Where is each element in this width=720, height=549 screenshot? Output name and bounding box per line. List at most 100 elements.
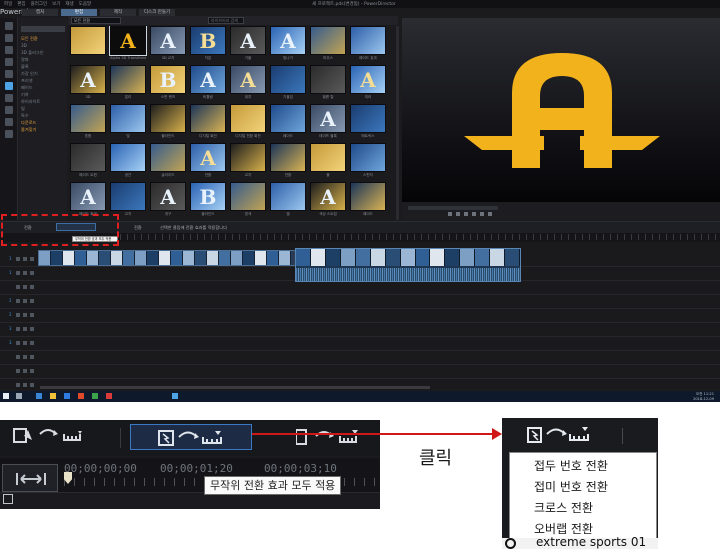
track-type-icon[interactable]: [16, 313, 20, 317]
transition-thumbnail[interactable]: A 페이드 회색: [70, 182, 106, 218]
track-header[interactable]: [0, 379, 38, 391]
dropdown-button-header[interactable]: [502, 418, 658, 452]
transition-thumbnail[interactable]: 페이드 트윈: [70, 143, 106, 179]
transition-thumbnail[interactable]: 스펀지: [350, 143, 386, 179]
track-header[interactable]: 1: [0, 267, 38, 279]
menu-item-cross-transition[interactable]: 크로스 전환: [534, 499, 593, 516]
transition-thumbnail[interactable]: 교차: [110, 182, 146, 218]
app-icon-1[interactable]: [78, 393, 84, 399]
transition-thumbnail[interactable]: 슬라이드: [150, 143, 186, 179]
transition-thumbnail[interactable]: 교차: [230, 143, 266, 179]
transition-thumbnail[interactable]: A 3D 교차: [150, 26, 186, 62]
transition-thumbnail[interactable]: 분리: [110, 65, 146, 101]
track-header[interactable]: 1: [0, 253, 38, 265]
tab-create-disc[interactable]: 디스크 만들기: [139, 9, 175, 16]
preview-seekbar[interactable]: [408, 206, 498, 210]
menu-item-prefix-transition[interactable]: 접두 번호 전환: [534, 457, 608, 474]
menu-plugins[interactable]: 플러그인: [31, 1, 48, 7]
tree-item[interactable]: 3D 플러그인: [21, 49, 65, 56]
transition-thumbnail[interactable]: B 블라인드: [190, 182, 226, 218]
tab-edit[interactable]: 편집: [61, 9, 97, 16]
transition-thumbnail[interactable]: 페이드: [350, 182, 386, 218]
track-visible-icon[interactable]: [23, 299, 27, 303]
menu-file[interactable]: 파일: [4, 1, 12, 7]
transition-thumbnail[interactable]: A 테이프 블록: [310, 104, 346, 140]
windows-start-icon[interactable]: [3, 393, 9, 399]
media-room-icon[interactable]: [5, 22, 13, 30]
track-header[interactable]: 3: [0, 323, 38, 335]
track-header[interactable]: [0, 351, 38, 363]
pip-room-icon[interactable]: [5, 46, 13, 54]
subtitle-room-icon[interactable]: [5, 130, 13, 138]
transition-thumbnail[interactable]: A Alpha 3D Transitions: [109, 26, 147, 62]
tree-item[interactable]: 모든 전환: [21, 35, 65, 42]
transition-thumbnail[interactable]: [70, 26, 106, 62]
track-visible-icon[interactable]: [23, 327, 27, 331]
edge-icon[interactable]: [36, 393, 42, 399]
transition-thumbnail[interactable]: 디지털 전환 회전: [230, 104, 266, 140]
track-visible-icon[interactable]: [23, 341, 27, 345]
track-lock-icon[interactable]: [30, 341, 34, 345]
particle-room-icon[interactable]: [5, 58, 13, 66]
track-visible-icon[interactable]: [23, 383, 27, 387]
menu-help[interactable]: 도움말: [79, 1, 91, 7]
transition-thumbnail[interactable]: 빛: [110, 104, 146, 140]
transition-thumbnail[interactable]: A 기울: [230, 26, 266, 62]
transition-thumbnail[interactable]: 전환: [270, 143, 306, 179]
transition-thumbnail[interactable]: 매트릭스: [350, 104, 386, 140]
menu-play[interactable]: 재생: [65, 1, 73, 7]
transition-thumbnail[interactable]: B 스핀 렌즈: [150, 65, 186, 101]
transition-thumbnail[interactable]: 블라인드: [150, 104, 186, 140]
search-icon[interactable]: [16, 393, 22, 399]
track-header[interactable]: [0, 365, 38, 377]
transition-thumbnail[interactable]: 디지털 회전: [190, 104, 226, 140]
timeline-scrollbar[interactable]: [40, 386, 430, 389]
track-visible-icon[interactable]: [23, 285, 27, 289]
tree-item[interactable]: 페이드: [21, 84, 65, 91]
menu-item-postfix-transition[interactable]: 접미 번호 전환: [534, 478, 608, 495]
tree-item[interactable]: 알파: [21, 56, 65, 63]
transition-thumbnail[interactable]: A 비틀림: [190, 65, 226, 101]
transition-thumbnail[interactable]: 혼합: [70, 104, 106, 140]
title-room-icon[interactable]: [5, 70, 13, 78]
prev-frame-icon[interactable]: [464, 212, 468, 216]
track-type-icon[interactable]: [16, 341, 20, 345]
powerdirector-taskbar-icon[interactable]: [172, 393, 178, 399]
tab-produce[interactable]: 제작: [100, 9, 136, 16]
track-type-icon[interactable]: [16, 369, 20, 373]
track-visible-icon[interactable]: [23, 271, 27, 275]
tree-item[interactable]: 특수: [21, 112, 65, 119]
transition-thumbnail[interactable]: 기울임: [270, 65, 306, 101]
fit-timeline-button[interactable]: [2, 464, 58, 492]
prefix-transition-button[interactable]: [8, 424, 90, 450]
play-icon[interactable]: [448, 212, 452, 216]
track-header[interactable]: 2: [0, 295, 38, 307]
track-type-icon[interactable]: [16, 299, 20, 303]
crossfade-transition-button[interactable]: [295, 424, 380, 450]
tree-item[interactable]: 빛: [21, 105, 65, 112]
tree-item[interactable]: 기하: [21, 91, 65, 98]
menu-view[interactable]: 보기: [52, 1, 60, 7]
transition-thumbnail[interactable]: 공간: [110, 143, 146, 179]
transition-thumbnail[interactable]: A 빛나기: [270, 26, 306, 62]
tree-item[interactable]: 즐겨찾기: [21, 126, 65, 133]
menu-edit[interactable]: 편집: [17, 1, 25, 7]
transition-thumbnail[interactable]: B 차분: [190, 26, 226, 62]
track-lock-icon[interactable]: [30, 355, 34, 359]
track-type-icon[interactable]: [16, 257, 20, 261]
folder-icon[interactable]: [50, 393, 56, 399]
track-type-icon[interactable]: [16, 271, 20, 275]
store-icon[interactable]: [64, 393, 70, 399]
track-type-icon[interactable]: [16, 355, 20, 359]
stop-icon[interactable]: [456, 212, 460, 216]
track-type-icon[interactable]: [16, 285, 20, 289]
track-lock-icon[interactable]: [30, 327, 34, 331]
video-clip-extreme-sports[interactable]: [295, 248, 521, 282]
transition-thumbnail[interactable]: 마우스: [310, 26, 346, 62]
transition-thumbnail[interactable]: A 3D: [70, 65, 106, 101]
audio-mixing-icon[interactable]: [5, 94, 13, 102]
track-lock-icon[interactable]: [30, 369, 34, 373]
transition-thumbnail[interactable]: A 위치: [230, 65, 266, 101]
track-type-icon[interactable]: [16, 383, 20, 387]
app-icon-3[interactable]: [106, 393, 112, 399]
